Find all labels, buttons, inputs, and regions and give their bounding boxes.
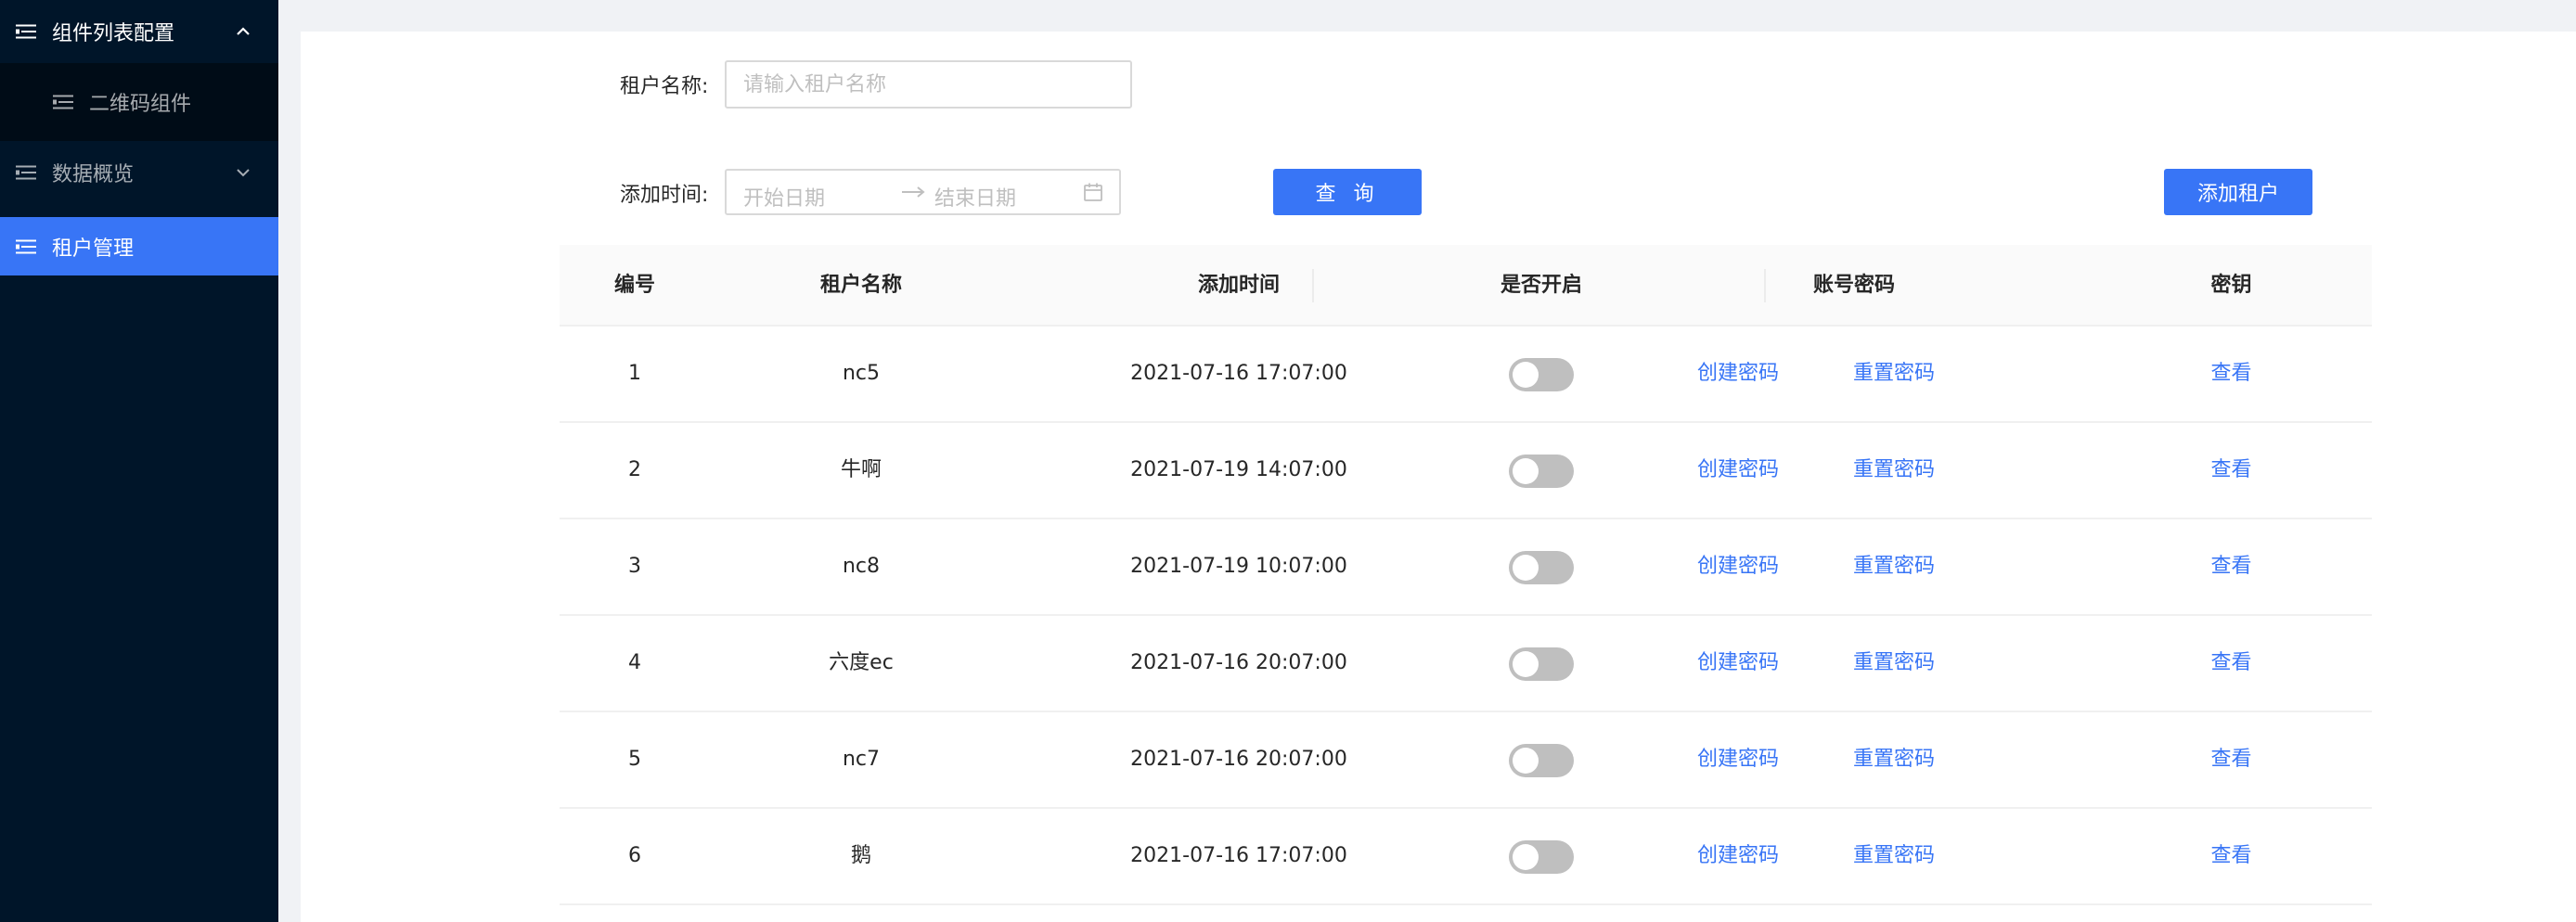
date-range-picker[interactable]: 开始日期 结束日期 bbox=[725, 169, 1121, 215]
header-secret-key: 密钥 bbox=[2210, 274, 2252, 297]
view-key-link[interactable]: 查看 bbox=[2091, 712, 2372, 807]
arrow-right-icon bbox=[902, 186, 925, 198]
cell-id: 2 bbox=[628, 458, 641, 481]
enabled-toggle[interactable] bbox=[1509, 358, 1574, 391]
reset-password-link[interactable]: 重置密码 bbox=[1838, 616, 1950, 711]
cell-tenant-name: nc5 bbox=[842, 362, 881, 385]
cell-add-time: 2021-07-16 17:07:00 bbox=[1130, 844, 1347, 867]
sidebar-item-label: 数据概览 bbox=[52, 163, 135, 186]
cell-add-time: 2021-07-16 20:07:00 bbox=[1130, 651, 1347, 674]
view-key-link[interactable]: 查看 bbox=[2091, 327, 2372, 421]
table-row: 1 nc5 2021-07-16 17:07:00 创建密码 重置密码 查看 bbox=[560, 327, 2372, 423]
reset-password-link[interactable]: 重置密码 bbox=[1838, 423, 1950, 518]
cell-tenant-name: 六度ec bbox=[829, 651, 894, 674]
toggle-knob bbox=[1513, 362, 1539, 388]
start-date-input[interactable]: 开始日期 bbox=[743, 182, 825, 211]
chevron-down-icon bbox=[237, 169, 250, 177]
tenant-name-input[interactable] bbox=[725, 60, 1132, 109]
toggle-knob bbox=[1513, 555, 1539, 581]
cell-add-time: 2021-07-16 20:07:00 bbox=[1130, 748, 1347, 771]
cell-id: 4 bbox=[628, 651, 641, 674]
view-key-link[interactable]: 查看 bbox=[2091, 616, 2372, 711]
enabled-toggle[interactable] bbox=[1509, 551, 1574, 584]
enabled-toggle[interactable] bbox=[1509, 840, 1574, 874]
add-time-label: 添加时间: bbox=[620, 184, 709, 207]
reset-password-link[interactable]: 重置密码 bbox=[1838, 519, 1950, 614]
view-key-link[interactable]: 查看 bbox=[2091, 519, 2372, 614]
menu-list-icon bbox=[53, 95, 73, 109]
header-id: 编号 bbox=[613, 274, 655, 297]
create-password-link[interactable]: 创建密码 bbox=[1682, 809, 1794, 903]
end-date-input[interactable]: 结束日期 bbox=[934, 182, 1016, 211]
reset-password-link[interactable]: 重置密码 bbox=[1838, 712, 1950, 807]
sidebar-item-data-overview[interactable]: 数据概览 bbox=[0, 141, 278, 204]
sidebar-item-label: 组件列表配置 bbox=[52, 22, 175, 45]
create-password-link[interactable]: 创建密码 bbox=[1682, 616, 1794, 711]
table-header: 编号 租户名称 添加时间 是否开启 账号密码 密钥 bbox=[560, 245, 2372, 327]
header-tenant-name: 租户名称 bbox=[819, 274, 902, 297]
table-row: 4 六度ec 2021-07-16 20:07:00 创建密码 重置密码 查看 bbox=[560, 616, 2372, 712]
cell-add-time: 2021-07-16 17:07:00 bbox=[1130, 362, 1347, 385]
sidebar-item-component-config[interactable]: 组件列表配置 bbox=[0, 0, 278, 63]
table-row: 2 牛啊 2021-07-19 14:07:00 创建密码 重置密码 查看 bbox=[560, 423, 2372, 519]
header-enabled: 是否开启 bbox=[1500, 274, 1582, 297]
view-key-link[interactable]: 查看 bbox=[2091, 809, 2372, 903]
chevron-up-icon bbox=[237, 27, 250, 35]
view-key-link[interactable]: 查看 bbox=[2091, 423, 2372, 518]
table-row: 3 nc8 2021-07-19 10:07:00 创建密码 重置密码 查看 bbox=[560, 519, 2372, 616]
main-content: 租户名称: 添加时间: 开始日期 结束日期 查 询 添加租户 编号 租户名称 添… bbox=[301, 32, 2576, 922]
toggle-knob bbox=[1513, 651, 1539, 677]
cell-add-time: 2021-07-19 14:07:00 bbox=[1130, 458, 1347, 481]
sidebar-item-qrcode-component[interactable]: 二维码组件 bbox=[0, 63, 278, 141]
cell-id: 5 bbox=[628, 748, 641, 771]
cell-add-time: 2021-07-19 10:07:00 bbox=[1130, 555, 1347, 578]
cell-tenant-name: nc7 bbox=[842, 748, 881, 771]
reset-password-link[interactable]: 重置密码 bbox=[1838, 809, 1950, 903]
create-password-link[interactable]: 创建密码 bbox=[1682, 327, 1794, 421]
menu-list-icon bbox=[16, 239, 36, 253]
header-account-password: 账号密码 bbox=[1812, 274, 1895, 297]
create-password-link[interactable]: 创建密码 bbox=[1682, 423, 1794, 518]
table-body: 1 nc5 2021-07-16 17:07:00 创建密码 重置密码 查看 2… bbox=[560, 327, 2372, 905]
sidebar: 组件列表配置 二维码组件 数据概览 租户管理 bbox=[0, 0, 278, 922]
enabled-toggle[interactable] bbox=[1509, 455, 1574, 488]
cell-tenant-name: 鹅 bbox=[850, 844, 871, 867]
create-password-link[interactable]: 创建密码 bbox=[1682, 712, 1794, 807]
sidebar-item-tenant-management[interactable]: 租户管理 bbox=[0, 217, 278, 275]
header-add-time: 添加时间 bbox=[1197, 274, 1280, 297]
cell-id: 6 bbox=[628, 844, 641, 867]
add-tenant-button[interactable]: 添加租户 bbox=[2164, 169, 2312, 215]
table-row: 6 鹅 2021-07-16 17:07:00 创建密码 重置密码 查看 bbox=[560, 809, 2372, 905]
enabled-toggle[interactable] bbox=[1509, 647, 1574, 681]
calendar-icon[interactable] bbox=[1083, 182, 1103, 202]
sidebar-item-label: 二维码组件 bbox=[89, 93, 192, 116]
toggle-knob bbox=[1513, 748, 1539, 774]
cell-tenant-name: nc8 bbox=[842, 555, 881, 578]
toggle-knob bbox=[1513, 458, 1539, 484]
tenant-name-label: 租户名称: bbox=[620, 75, 709, 98]
sidebar-item-label: 租户管理 bbox=[52, 237, 135, 261]
reset-password-link[interactable]: 重置密码 bbox=[1838, 327, 1950, 421]
tenant-table: 编号 租户名称 添加时间 是否开启 账号密码 密钥 1 nc5 2021-07-… bbox=[560, 245, 2372, 905]
cell-id: 3 bbox=[628, 555, 641, 578]
create-password-link[interactable]: 创建密码 bbox=[1682, 519, 1794, 614]
enabled-toggle[interactable] bbox=[1509, 744, 1574, 777]
menu-list-icon bbox=[16, 24, 36, 39]
toggle-knob bbox=[1513, 844, 1539, 870]
table-row: 5 nc7 2021-07-16 20:07:00 创建密码 重置密码 查看 bbox=[560, 712, 2372, 809]
menu-list-icon bbox=[16, 165, 36, 180]
cell-tenant-name: 牛啊 bbox=[840, 458, 882, 481]
cell-id: 1 bbox=[628, 362, 641, 385]
query-button[interactable]: 查 询 bbox=[1273, 169, 1422, 215]
